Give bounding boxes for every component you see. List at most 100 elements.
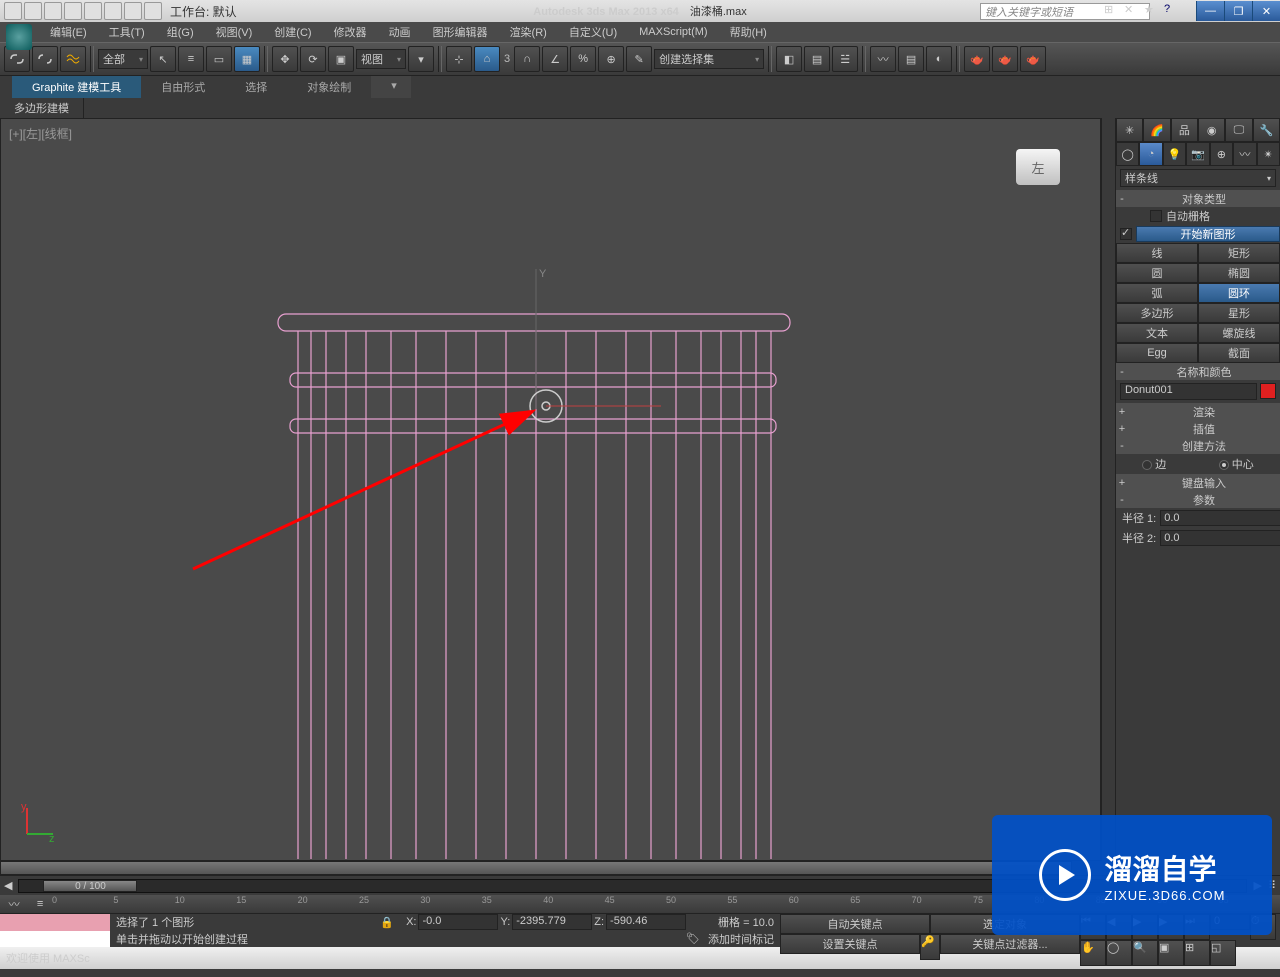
viewnav-arc-icon[interactable]: ◯ [1106, 940, 1132, 966]
mirror-icon[interactable]: ◧ [776, 46, 802, 72]
curve-editor-icon[interactable]: 〰 [870, 46, 896, 72]
exchange-icon[interactable]: ✕ [1124, 3, 1140, 19]
viewnav-max-icon[interactable]: ◱ [1210, 940, 1236, 966]
tab-display-icon[interactable]: 🖵 [1225, 118, 1252, 142]
unlink-icon[interactable] [32, 46, 58, 72]
viewnav-zoom-icon[interactable]: 🔍 [1132, 940, 1158, 966]
btn-rectangle[interactable]: 矩形 [1198, 243, 1280, 263]
tab-motion-icon[interactable]: ◉ [1198, 118, 1225, 142]
radius2-spinner[interactable] [1160, 530, 1280, 546]
tab-utilities-icon[interactable]: 🔧 [1253, 118, 1280, 142]
qat-undo-dd-icon[interactable] [84, 2, 102, 20]
spinner-snap-icon[interactable]: ⊕ [598, 46, 624, 72]
subtab-cameras-icon[interactable]: 📷 [1186, 142, 1209, 166]
tab-objectpaint[interactable]: 对象绘制 [287, 76, 371, 98]
menu-modifiers[interactable]: 修改器 [324, 22, 377, 42]
tab-hierarchy-icon[interactable]: 品 [1171, 118, 1198, 142]
percent-snap-icon[interactable]: % [570, 46, 596, 72]
btn-line[interactable]: 线 [1116, 243, 1198, 263]
btn-ngon[interactable]: 多边形 [1116, 303, 1198, 323]
timeline-prev-icon[interactable]: ◀ [4, 879, 12, 892]
qat-save-icon[interactable] [44, 2, 62, 20]
render-setup-icon[interactable]: 🫖 [964, 46, 990, 72]
btn-star[interactable]: 星形 [1198, 303, 1280, 323]
named-selection-dropdown[interactable]: 创建选择集 [654, 49, 764, 69]
btn-arc[interactable]: 弧 [1116, 283, 1198, 303]
menu-edit[interactable]: 编辑(E) [40, 22, 97, 42]
track-curve-icon[interactable]: 〰 [9, 896, 20, 912]
select-by-name-icon[interactable]: ≡ [178, 46, 204, 72]
subtab-shapes-icon[interactable]: ◔ [1139, 142, 1162, 166]
menu-create[interactable]: 创建(C) [264, 22, 321, 42]
refcoord-dropdown[interactable]: 视图 [356, 49, 406, 69]
help-icon[interactable]: ? [1164, 3, 1180, 19]
tab-selection[interactable]: 选择 [225, 76, 287, 98]
layers-icon[interactable]: ☱ [832, 46, 858, 72]
menu-animation[interactable]: 动画 [379, 22, 421, 42]
radio-center[interactable] [1219, 460, 1229, 470]
keyboard-shortcut-icon[interactable]: ⌂ [474, 46, 500, 72]
maxscript-mini-output[interactable] [0, 931, 110, 948]
autogrid-checkbox[interactable] [1150, 210, 1162, 222]
viewnav-zoomall-icon[interactable]: ⊞ [1184, 940, 1210, 966]
time-thumb[interactable]: 0 / 100 [43, 880, 137, 892]
rendered-frame-icon[interactable]: 🫖 [992, 46, 1018, 72]
object-name-field[interactable]: Donut001 [1120, 383, 1257, 400]
menu-grapheditors[interactable]: 图形编辑器 [423, 22, 498, 42]
menu-views[interactable]: 视图(V) [206, 22, 263, 42]
menu-help[interactable]: 帮助(H) [720, 22, 777, 42]
start-new-shape-button[interactable]: 开始新图形 [1136, 226, 1280, 242]
rollout-rendering[interactable]: +渲染 [1116, 403, 1280, 420]
viewport[interactable]: [+][左][线框] .wf{stroke:#e8a0d0;stroke-wid… [0, 118, 1101, 861]
minimize-button[interactable]: — [1196, 1, 1224, 21]
rollout-keyboard-entry[interactable]: +键盘输入 [1116, 474, 1280, 491]
qat-new-icon[interactable] [4, 2, 22, 20]
tab-graphite[interactable]: Graphite 建模工具 [12, 76, 141, 98]
btn-text[interactable]: 文本 [1116, 323, 1198, 343]
btn-circle[interactable]: 圆 [1116, 263, 1198, 283]
close-button[interactable]: ✕ [1252, 1, 1280, 21]
qat-link-icon[interactable] [144, 2, 162, 20]
rollout-interpolation[interactable]: +插值 [1116, 420, 1280, 437]
menu-group[interactable]: 组(G) [157, 22, 204, 42]
ribbon-polymodeling[interactable]: 多边形建模 [0, 98, 84, 118]
viewnav-fov-icon[interactable]: ▣ [1158, 940, 1184, 966]
material-editor-icon[interactable]: ◐ [926, 46, 952, 72]
viewport-scrollbar[interactable] [0, 861, 1072, 875]
category-dropdown[interactable]: 样条线 [1120, 169, 1276, 187]
manipulate-icon[interactable]: ⊹ [446, 46, 472, 72]
time-tag-icon[interactable]: 🏷 [686, 932, 700, 945]
qat-undo-icon[interactable] [64, 2, 82, 20]
angle-snap-icon[interactable]: ∠ [542, 46, 568, 72]
rollout-name-color[interactable]: -名称和颜色 [1116, 363, 1280, 380]
menu-tools[interactable]: 工具(T) [99, 22, 155, 42]
btn-ellipse[interactable]: 椭圆 [1198, 263, 1280, 283]
keyfilters-button[interactable]: 关键点过滤器... [940, 934, 1080, 954]
scale-icon[interactable]: ▣ [328, 46, 354, 72]
move-icon[interactable]: ✥ [272, 46, 298, 72]
qat-open-icon[interactable] [24, 2, 42, 20]
tab-freeform[interactable]: 自由形式 [141, 76, 225, 98]
rollout-creation-method[interactable]: -创建方法 [1116, 437, 1280, 454]
qat-redo-icon[interactable] [104, 2, 122, 20]
render-production-icon[interactable]: 🫖 [1020, 46, 1046, 72]
subtab-helpers-icon[interactable]: ⊕ [1210, 142, 1233, 166]
btn-donut[interactable]: 圆环 [1198, 283, 1280, 303]
rollout-parameters[interactable]: -参数 [1116, 491, 1280, 508]
key-icon[interactable]: 🔑 [920, 934, 940, 960]
edit-named-sel-icon[interactable]: ✎ [626, 46, 652, 72]
qat-redo-dd-icon[interactable] [124, 2, 142, 20]
bind-spacewarp-icon[interactable] [60, 46, 86, 72]
tab-create-icon[interactable]: ✳ [1116, 118, 1143, 142]
setkey-button[interactable]: 设置关键点 [780, 934, 920, 954]
btn-helix[interactable]: 螺旋线 [1198, 323, 1280, 343]
workspace-selector[interactable]: 工作台: 默认 [170, 3, 237, 20]
subscription-icon[interactable]: ⊞ [1104, 3, 1120, 19]
subtab-lights-icon[interactable]: 💡 [1163, 142, 1186, 166]
rollout-object-type[interactable]: -对象类型 [1116, 190, 1280, 207]
btn-section[interactable]: 截面 [1198, 343, 1280, 363]
snap-toggle-icon[interactable]: ∩ [514, 46, 540, 72]
autokey-button[interactable]: 自动关键点 [780, 914, 930, 934]
application-button[interactable] [6, 24, 32, 50]
maximize-button[interactable]: ❐ [1224, 1, 1252, 21]
